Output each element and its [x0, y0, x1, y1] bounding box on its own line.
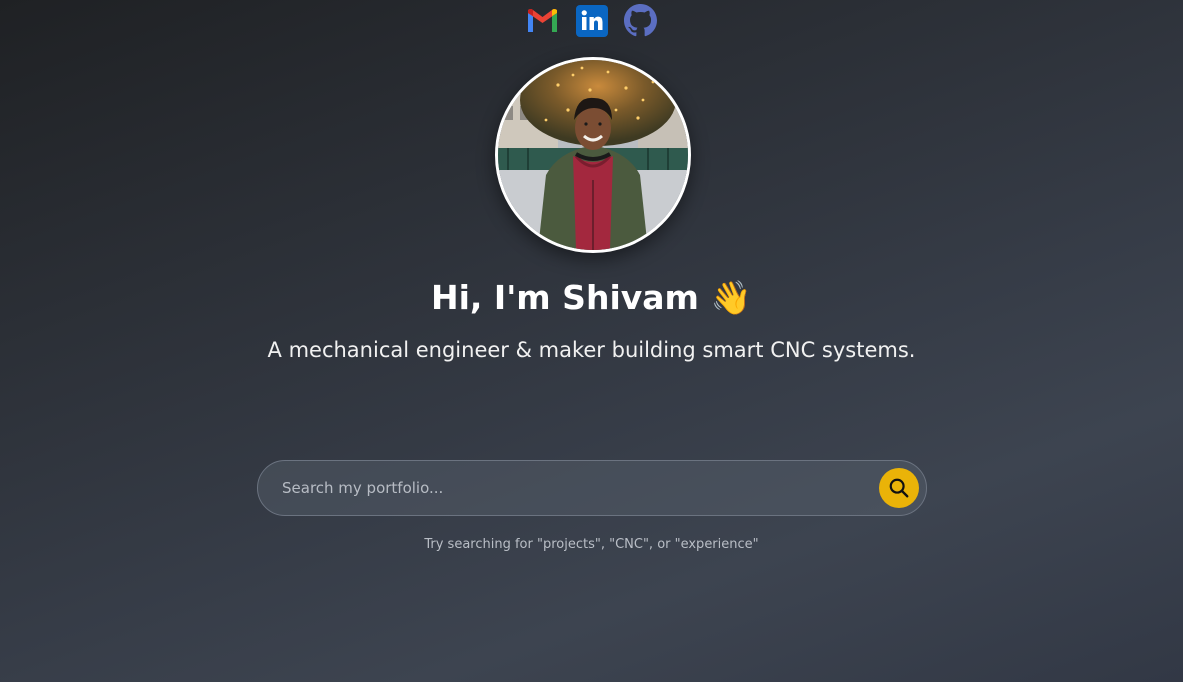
- search-icon: [889, 478, 909, 498]
- linkedin-link[interactable]: [575, 4, 608, 37]
- github-icon: [624, 4, 657, 37]
- search-input[interactable]: [258, 461, 879, 515]
- page-title: Hi, I'm Shivam 👋: [0, 276, 1183, 320]
- search-hint: Try searching for "projects", "CNC", or …: [424, 537, 759, 552]
- gmail-link[interactable]: [526, 4, 559, 37]
- title-text: Hi, I'm Shivam: [430, 278, 699, 317]
- linkedin-icon: [575, 4, 608, 37]
- search-button[interactable]: [879, 468, 919, 508]
- search-bar: [257, 460, 927, 516]
- page-subtitle: A mechanical engineer & maker building s…: [267, 338, 916, 362]
- wave-emoji-icon: 👋: [710, 278, 753, 317]
- profile-avatar: [495, 57, 691, 253]
- gmail-icon: [528, 9, 557, 32]
- profile-photo: [498, 60, 688, 250]
- social-links: [0, 4, 1183, 37]
- github-link[interactable]: [624, 4, 657, 37]
